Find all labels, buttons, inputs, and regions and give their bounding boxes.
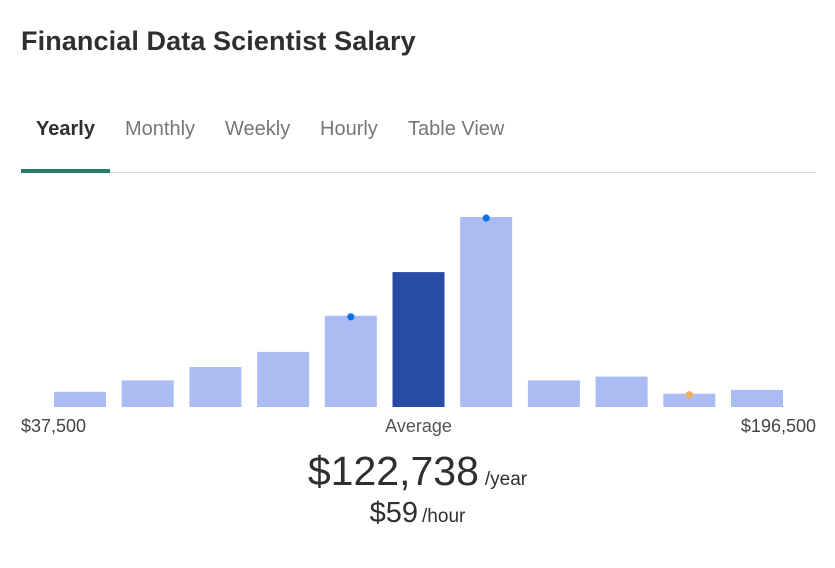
histogram-bar-average: [392, 272, 445, 407]
tab-hourly[interactable]: Hourly: [320, 118, 378, 141]
x-max-label: $196,500: [740, 416, 816, 436]
histogram-bar: [731, 389, 783, 407]
blue-marker-dot: [482, 214, 490, 222]
active-tab-indicator: [21, 169, 110, 173]
salary-histogram: [54, 214, 783, 407]
average-label-wrap: Average: [0, 416, 835, 437]
average-hourly-salary: $59/hour: [0, 497, 835, 530]
histogram-bar: [595, 376, 648, 407]
average-label: Average: [385, 416, 452, 436]
page-title: Financial Data Scientist Salary: [21, 26, 416, 56]
histogram-bar: [460, 217, 513, 407]
histogram-bar: [324, 315, 377, 407]
blue-marker-dot: [347, 313, 355, 321]
salary-period-tabs: Yearly Monthly Weekly Hourly Table View: [21, 104, 816, 173]
histogram-bar: [527, 380, 580, 407]
hourly-salary-unit: /hour: [422, 506, 466, 527]
histogram-bar: [257, 351, 310, 407]
tab-weekly[interactable]: Weekly: [225, 118, 290, 141]
yearly-salary-value: $122,738: [307, 448, 479, 494]
average-yearly-salary: $122,738/year: [0, 448, 835, 495]
hourly-salary-value: $59: [369, 497, 419, 529]
tab-yearly[interactable]: Yearly: [36, 118, 95, 141]
histogram-bar: [189, 367, 242, 407]
histogram-bar: [121, 380, 174, 407]
tab-monthly[interactable]: Monthly: [125, 118, 195, 141]
yearly-salary-unit: /year: [484, 469, 528, 490]
tab-table-view[interactable]: Table View: [408, 118, 504, 141]
histogram-bar: [54, 391, 106, 407]
orange-marker-dot: [685, 391, 693, 399]
